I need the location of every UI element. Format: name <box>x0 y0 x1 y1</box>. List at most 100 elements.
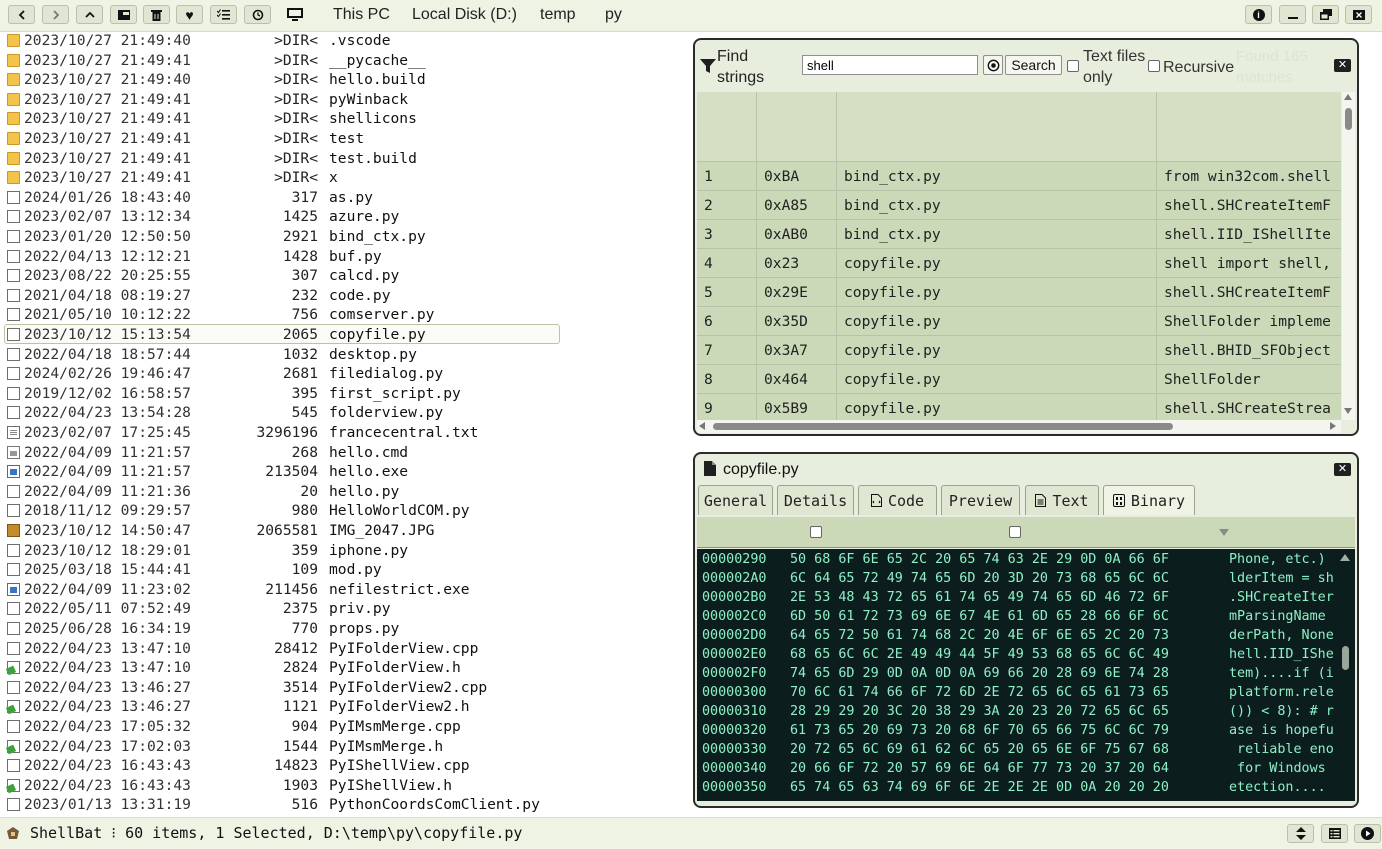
file-row[interactable]: 2022/04/23 13:47:10 28412 PyIFolderView.cp… <box>0 639 690 659</box>
result-offset[interactable]: 0xBA <box>757 162 837 191</box>
file-row[interactable]: 2023/08/22 20:25:55 307 calcd.py <box>0 266 690 286</box>
grid-column-header[interactable] <box>1157 92 1341 162</box>
file-row[interactable]: 2022/04/09 11:23:02 211456 nefilestrict.ex… <box>0 580 690 600</box>
history-button[interactable] <box>244 5 271 24</box>
delete-button[interactable] <box>143 5 170 24</box>
tab-code[interactable]: Code <box>858 485 937 515</box>
file-row[interactable]: 2022/05/11 07:52:49 2375 priv.py <box>0 599 690 619</box>
file-row[interactable]: 2023/10/27 21:49:41 >DIR< __pycache__ <box>0 51 690 71</box>
file-row[interactable]: 2023/10/27 21:49:41 >DIR< x <box>0 168 690 188</box>
breadcrumb-py[interactable]: py <box>605 6 622 24</box>
file-row[interactable]: 2022/04/23 17:05:32 904 PyIMsmMerge.cpp <box>0 717 690 737</box>
search-options-button[interactable] <box>983 55 1003 75</box>
file-row[interactable]: 2023/10/27 21:49:41 >DIR< shellicons <box>0 109 690 129</box>
file-row[interactable]: 2024/02/26 19:46:47 2681 filedialog.py <box>0 364 690 384</box>
text-files-only-checkbox[interactable] <box>1067 60 1079 72</box>
breadcrumb-this-pc[interactable]: This PC <box>333 6 390 24</box>
file-row[interactable]: 2023/10/12 14:50:47 2065581 IMG_2047.JPG <box>0 521 690 541</box>
file-row[interactable]: 2022/04/23 17:02:03 1544 PyIMsmMerge.h <box>0 737 690 757</box>
tab-details[interactable]: Details <box>777 485 854 515</box>
file-row[interactable]: 2021/05/10 10:12:22 756 comserver.py <box>0 305 690 325</box>
result-file[interactable]: bind_ctx.py <box>837 191 1157 220</box>
file-row[interactable]: 2023/01/20 12:50:50 2921 bind_ctx.py <box>0 227 690 247</box>
result-file[interactable]: copyfile.py <box>837 307 1157 336</box>
file-row[interactable]: 2019/12/02 16:58:57 395 first_script.py <box>0 384 690 404</box>
this-pc-icon[interactable] <box>286 7 304 27</box>
results-grid[interactable]: 1 0xBA bind_ctx.py from win32com.shell 2 0xA8… <box>697 92 1341 420</box>
result-file[interactable]: copyfile.py <box>837 365 1157 394</box>
result-file[interactable]: bind_ctx.py <box>837 220 1157 249</box>
file-row[interactable]: 2022/04/23 16:43:43 14823 PyIShellView.cpp <box>0 756 690 776</box>
file-row[interactable]: 2022/04/13 12:12:21 1428 buf.py <box>0 247 690 267</box>
result-text[interactable]: from win32com.shell <box>1157 162 1341 191</box>
file-row[interactable]: 2022/04/23 13:46:27 3514 PyIFolderView2.cp… <box>0 678 690 698</box>
file-row[interactable]: 2023/10/12 18:29:01 359 iphone.py <box>0 541 690 561</box>
result-number[interactable]: 9 <box>697 394 757 420</box>
result-number[interactable]: 4 <box>697 249 757 278</box>
sort-button[interactable] <box>1287 824 1314 843</box>
dropdown-arrow-icon[interactable] <box>1219 529 1229 536</box>
result-text[interactable]: ShellFolder impleme <box>1157 307 1341 336</box>
result-offset[interactable]: 0xAB0 <box>757 220 837 249</box>
file-row[interactable]: 2022/04/23 13:47:10 2824 PyIFolderView.h <box>0 658 690 678</box>
scrollbar-thumb[interactable] <box>1345 108 1352 130</box>
result-file[interactable]: copyfile.py <box>837 249 1157 278</box>
result-number[interactable]: 7 <box>697 336 757 365</box>
file-row[interactable]: 2022/04/23 13:46:27 1121 PyIFolderView2.h <box>0 697 690 717</box>
tab-general[interactable]: General <box>698 485 773 515</box>
result-file[interactable]: bind_ctx.py <box>837 162 1157 191</box>
result-offset[interactable]: 0x3A7 <box>757 336 837 365</box>
hex-scrollbar-thumb[interactable] <box>1342 646 1349 670</box>
file-row[interactable]: 2023/02/07 13:12:34 1425 azure.py <box>0 207 690 227</box>
result-text[interactable]: shell.SHCreateStrea <box>1157 394 1341 420</box>
file-row[interactable]: 2022/04/18 18:57:44 1032 desktop.py <box>0 345 690 365</box>
file-row[interactable]: 2023/10/27 21:49:41 >DIR< test <box>0 129 690 149</box>
info-button[interactable]: i <box>1245 5 1272 24</box>
recursive-checkbox[interactable] <box>1148 60 1160 72</box>
search-input[interactable] <box>802 55 978 75</box>
result-file[interactable]: copyfile.py <box>837 394 1157 420</box>
result-offset[interactable]: 0x35D <box>757 307 837 336</box>
file-row[interactable]: 2022/04/23 13:54:28 545 folderview.py <box>0 403 690 423</box>
file-row[interactable]: 2022/04/23 16:43:43 1903 PyIShellView.h <box>0 776 690 796</box>
file-row[interactable]: 2018/11/12 09:29:57 980 HelloWorldCOM.py <box>0 501 690 521</box>
file-row[interactable]: 2023/10/27 21:49:40 >DIR< hello.build <box>0 70 690 90</box>
file-row[interactable]: 2025/03/18 15:44:41 109 mod.py <box>0 560 690 580</box>
ascii-option-checkbox[interactable] <box>1009 526 1021 538</box>
checklist-button[interactable] <box>210 5 237 24</box>
result-number[interactable]: 2 <box>697 191 757 220</box>
tab-preview[interactable]: Preview <box>941 485 1020 515</box>
back-button[interactable] <box>8 5 35 24</box>
horizontal-scrollbar-thumb[interactable] <box>713 423 1173 430</box>
hex-view[interactable]: 00000290 50 68 6F 6E 65 2C 20 65 74 63 2E… <box>697 549 1355 801</box>
close-find-panel-button[interactable]: ✕ <box>1334 59 1351 72</box>
result-offset[interactable]: 0x23 <box>757 249 837 278</box>
file-row[interactable]: 2023/10/27 21:49:41 >DIR< test.build <box>0 149 690 169</box>
file-row[interactable]: 2022/04/09 11:21:57 268 hello.cmd <box>0 443 690 463</box>
result-text[interactable]: shell.BHID_SFObject <box>1157 336 1341 365</box>
grid-column-header[interactable] <box>697 92 757 162</box>
tab-text[interactable]: Text <box>1025 485 1099 515</box>
play-button[interactable] <box>1354 824 1381 843</box>
file-row[interactable]: 2022/04/09 11:21:36 20 hello.py <box>0 482 690 502</box>
forward-button[interactable] <box>42 5 69 24</box>
vertical-scrollbar[interactable] <box>1342 92 1355 420</box>
minimize-button[interactable] <box>1279 5 1306 24</box>
result-text[interactable]: ShellFolder <box>1157 365 1341 394</box>
result-text[interactable]: shell.IID_IShellIte <box>1157 220 1341 249</box>
result-number[interactable]: 8 <box>697 365 757 394</box>
file-row[interactable]: 2025/06/28 16:34:19 770 props.py <box>0 619 690 639</box>
result-number[interactable]: 5 <box>697 278 757 307</box>
result-offset[interactable]: 0x5B9 <box>757 394 837 420</box>
result-offset[interactable]: 0xA85 <box>757 191 837 220</box>
result-text[interactable]: shell.SHCreateItemF <box>1157 191 1341 220</box>
breadcrumb-local-disk[interactable]: Local Disk (D:) <box>412 6 517 24</box>
view-mode-button[interactable] <box>1321 824 1348 843</box>
result-text[interactable]: shell import shell, <box>1157 249 1341 278</box>
file-row[interactable]: 2023/10/12 15:13:54 2065 copyfile.py <box>0 324 690 345</box>
favorites-button[interactable]: ♥ <box>176 5 203 24</box>
horizontal-scrollbar[interactable] <box>697 420 1341 433</box>
restore-button[interactable] <box>1312 5 1339 24</box>
file-row[interactable]: 2023/10/27 21:49:40 >DIR< .vscode <box>0 31 690 51</box>
result-file[interactable]: copyfile.py <box>837 278 1157 307</box>
